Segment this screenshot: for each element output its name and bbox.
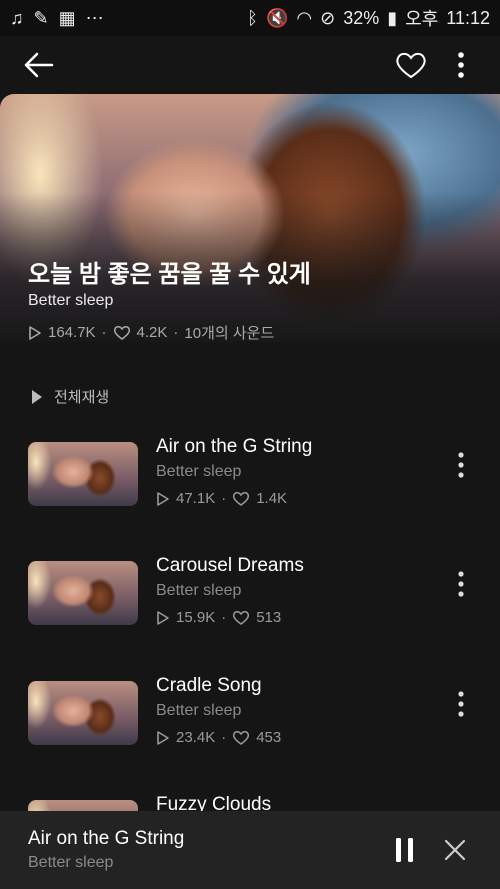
track-likes: 513 bbox=[256, 609, 282, 626]
mini-player[interactable]: Air on the G String Better sleep bbox=[0, 811, 500, 889]
track-stats: 15.9K · 513 bbox=[156, 609, 281, 626]
close-button[interactable] bbox=[442, 837, 468, 863]
track-item[interactable]: Carousel Dreams Better sleep 15.9K · 513 bbox=[0, 551, 500, 647]
playlist-hero: 오늘 밤 좋은 꿈을 꿀 수 있게 Better sleep 164.7K · … bbox=[0, 94, 500, 342]
track-subtitle: Better sleep bbox=[156, 463, 242, 480]
separator-dot: · bbox=[101, 324, 107, 341]
like-count-icon bbox=[233, 610, 250, 625]
track-more-button[interactable] bbox=[448, 689, 474, 719]
bluetooth-icon: ᛒ bbox=[247, 7, 258, 28]
track-thumbnail bbox=[28, 442, 138, 506]
back-arrow-icon bbox=[24, 52, 54, 78]
battery-icon: ▮ bbox=[387, 7, 398, 28]
playlist-title: 오늘 밤 좋은 꿈을 꿀 수 있게 bbox=[28, 261, 311, 288]
feather-icon: ✎ bbox=[33, 7, 49, 28]
track-title: Air on the G String bbox=[156, 436, 313, 457]
like-count-icon bbox=[233, 730, 250, 745]
time-ampm: 오후 bbox=[405, 9, 439, 29]
separator-dot: · bbox=[173, 324, 179, 341]
play-count-icon bbox=[29, 325, 41, 340]
track-plays: 15.9K bbox=[176, 609, 216, 626]
track-plays: 23.4K bbox=[176, 729, 216, 746]
play-all-label: 전체재생 bbox=[54, 389, 110, 406]
track-more-button[interactable] bbox=[448, 569, 474, 599]
like-count-icon bbox=[113, 325, 130, 340]
playlist-stats: 164.7K · 4.2K · 10개의 사운드 bbox=[28, 322, 274, 342]
play-count-icon bbox=[157, 730, 169, 745]
no-signal-icon: ⊘ bbox=[320, 7, 336, 28]
now-playing-subtitle: Better sleep bbox=[28, 854, 114, 871]
like-count-icon bbox=[233, 491, 250, 506]
play-icon bbox=[32, 389, 42, 404]
status-time: 11:12 bbox=[446, 7, 490, 28]
mute-icon: 🔇 bbox=[265, 7, 289, 28]
battery-percent: 32% bbox=[343, 7, 380, 28]
track-thumbnail bbox=[28, 561, 138, 625]
track-title: Carousel Dreams bbox=[156, 555, 304, 576]
more-vertical-icon bbox=[458, 52, 464, 78]
pause-button[interactable] bbox=[392, 835, 418, 865]
more-vertical-icon bbox=[458, 571, 464, 597]
track-item[interactable]: Air on the G String Better sleep 47.1K ·… bbox=[0, 432, 500, 528]
track-likes: 1.4K bbox=[256, 490, 288, 507]
top-bar bbox=[0, 36, 500, 94]
play-count-icon bbox=[157, 491, 169, 506]
pause-icon bbox=[396, 838, 413, 862]
more-options-button[interactable] bbox=[448, 50, 474, 80]
favorite-button[interactable] bbox=[394, 50, 428, 80]
track-likes: 453 bbox=[256, 729, 282, 746]
more-vertical-icon bbox=[458, 691, 464, 717]
close-icon bbox=[444, 839, 466, 861]
track-subtitle: Better sleep bbox=[156, 702, 242, 719]
status-left: ♫ ✎ ▦ ⋯ bbox=[10, 8, 104, 29]
playlist-subtitle: Better sleep bbox=[28, 292, 114, 309]
back-button[interactable] bbox=[22, 50, 56, 80]
playlist-plays: 164.7K bbox=[48, 324, 96, 341]
track-item[interactable]: Cradle Song Better sleep 23.4K · 453 bbox=[0, 671, 500, 767]
track-more-button[interactable] bbox=[448, 450, 474, 480]
playlist-sound-count: 10개의 사운드 bbox=[184, 325, 275, 342]
playlist-likes: 4.2K bbox=[136, 324, 168, 341]
separator-dot: · bbox=[221, 609, 227, 626]
track-stats: 23.4K · 453 bbox=[156, 729, 281, 746]
track-subtitle: Better sleep bbox=[156, 582, 242, 599]
track-title: Cradle Song bbox=[156, 675, 262, 696]
status-right: ᛒ 🔇 ◠ ⊘ 32% ▮ 오후 11:12 bbox=[247, 5, 490, 31]
now-playing-title: Air on the G String bbox=[28, 828, 185, 849]
music-note-icon: ♫ bbox=[10, 7, 24, 28]
grid-icon: ▦ bbox=[58, 7, 76, 28]
status-bar: ♫ ✎ ▦ ⋯ ᛒ 🔇 ◠ ⊘ 32% ▮ 오후 11:12 bbox=[0, 0, 500, 36]
track-stats: 47.1K · 1.4K bbox=[156, 490, 287, 507]
separator-dot: · bbox=[221, 490, 227, 507]
separator-dot: · bbox=[221, 729, 227, 746]
track-plays: 47.1K bbox=[176, 490, 216, 507]
wifi-icon: ◠ bbox=[296, 7, 313, 28]
play-count-icon bbox=[157, 610, 169, 625]
more-vertical-icon bbox=[458, 452, 464, 478]
heart-icon bbox=[396, 52, 426, 79]
play-all-button[interactable]: 전체재생 bbox=[30, 386, 109, 407]
dots-icon: ⋯ bbox=[85, 7, 104, 28]
track-thumbnail bbox=[28, 681, 138, 745]
